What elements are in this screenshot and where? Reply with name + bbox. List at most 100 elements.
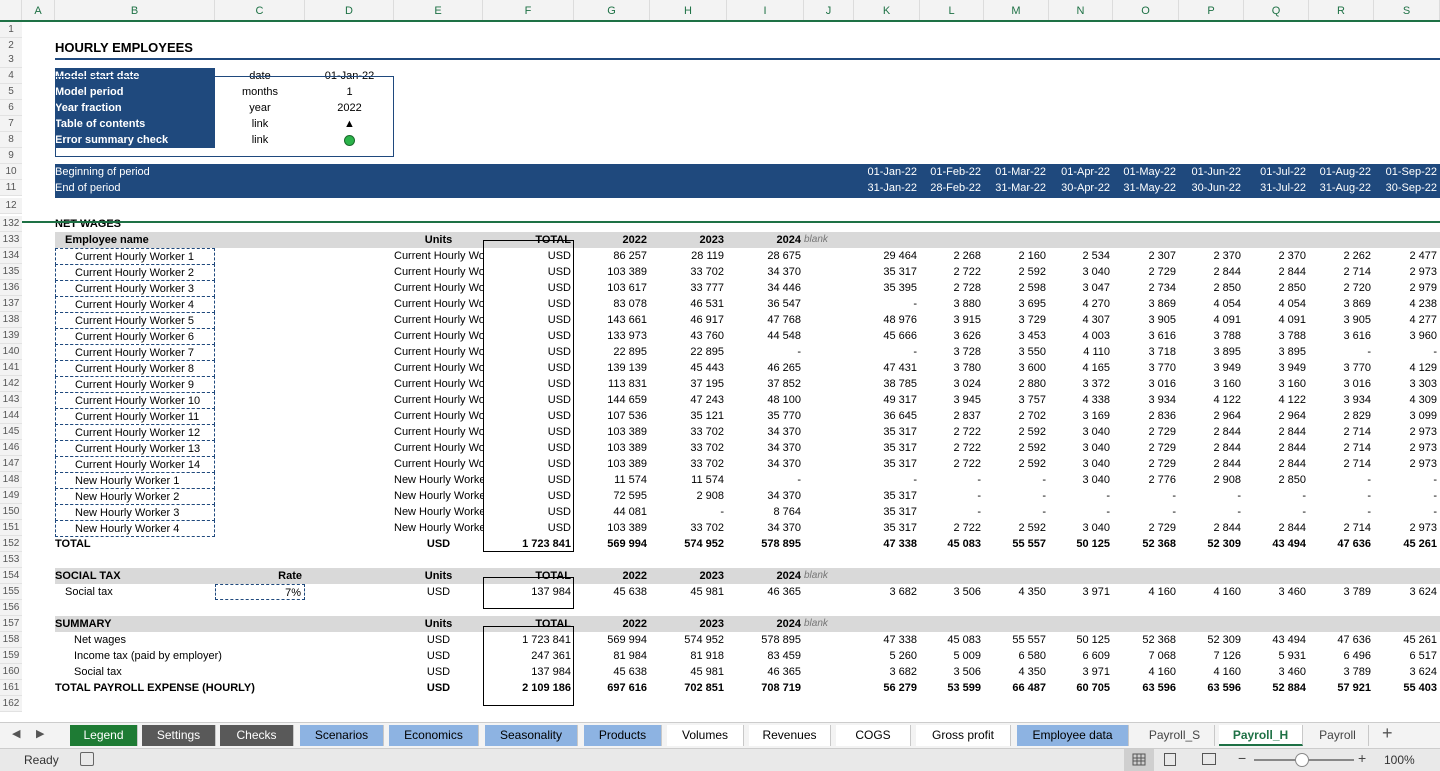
- value-cell[interactable]: 52 368: [1113, 536, 1179, 552]
- employee-name[interactable]: Current Hourly Worker 12: [55, 424, 215, 441]
- value-cell[interactable]: 2 370: [1244, 248, 1309, 264]
- column-header[interactable]: B: [55, 0, 215, 20]
- sheet-tab[interactable]: Scenarios: [300, 725, 384, 746]
- value-cell[interactable]: 3 024: [920, 376, 984, 392]
- value-cell[interactable]: 36 547: [727, 296, 804, 312]
- value-cell[interactable]: 3 960: [1374, 328, 1440, 344]
- value-cell[interactable]: -: [920, 504, 984, 520]
- value-cell[interactable]: -: [1309, 344, 1374, 360]
- employee-name[interactable]: New Hourly Worker 4: [55, 520, 215, 537]
- value-cell[interactable]: 2 714: [1309, 264, 1374, 280]
- value-cell[interactable]: 4 091: [1179, 312, 1244, 328]
- value-cell[interactable]: USD: [483, 360, 574, 376]
- value-cell[interactable]: 3 788: [1244, 328, 1309, 344]
- rate-input[interactable]: 7%: [215, 584, 305, 600]
- value-cell[interactable]: USD: [483, 456, 574, 472]
- value-cell[interactable]: 11 574: [650, 472, 727, 488]
- row-header[interactable]: 143: [0, 392, 22, 408]
- value-cell[interactable]: 4 160: [1179, 664, 1244, 680]
- row-header[interactable]: 142: [0, 376, 22, 392]
- value-cell[interactable]: 34 370: [727, 520, 804, 536]
- value-cell[interactable]: 52 884: [1244, 680, 1309, 696]
- value-cell[interactable]: USD: [483, 504, 574, 520]
- value-cell[interactable]: 3 616: [1113, 328, 1179, 344]
- value-cell[interactable]: 4 091: [1244, 312, 1309, 328]
- value-cell[interactable]: 43 760: [650, 328, 727, 344]
- value-cell[interactable]: 2 714: [1309, 424, 1374, 440]
- value-cell[interactable]: 4 160: [1179, 584, 1244, 600]
- row-header[interactable]: 147: [0, 456, 22, 472]
- value-cell[interactable]: -: [854, 472, 920, 488]
- column-header[interactable]: N: [1049, 0, 1113, 20]
- value-cell[interactable]: 34 446: [727, 280, 804, 296]
- value-cell[interactable]: 103 389: [574, 440, 650, 456]
- value-cell[interactable]: 2 979: [1374, 280, 1440, 296]
- value-cell[interactable]: 2 714: [1309, 520, 1374, 536]
- value-cell[interactable]: 133 973: [574, 328, 650, 344]
- value-cell[interactable]: 2 844: [1244, 440, 1309, 456]
- value-cell[interactable]: 28 119: [650, 248, 727, 264]
- value-cell[interactable]: 4 129: [1374, 360, 1440, 376]
- value-cell[interactable]: 702 851: [650, 680, 727, 696]
- value-cell[interactable]: 34 370: [727, 456, 804, 472]
- row-header[interactable]: 132: [0, 216, 22, 232]
- value-cell[interactable]: 4 160: [1113, 584, 1179, 600]
- value-cell[interactable]: 35 317: [854, 424, 920, 440]
- value-cell[interactable]: 3 460: [1244, 664, 1309, 680]
- column-header[interactable]: K: [854, 0, 920, 20]
- value-cell[interactable]: 53 599: [920, 680, 984, 696]
- value-cell[interactable]: -: [1113, 488, 1179, 504]
- value-cell[interactable]: 2 720: [1309, 280, 1374, 296]
- value-cell[interactable]: 2 598: [984, 280, 1049, 296]
- value-cell[interactable]: -: [1374, 504, 1440, 520]
- value-cell[interactable]: 4 350: [984, 664, 1049, 680]
- value-cell[interactable]: 3 789: [1309, 664, 1374, 680]
- value-cell[interactable]: 2 964: [1179, 408, 1244, 424]
- value-cell[interactable]: 86 257: [574, 248, 650, 264]
- value-cell[interactable]: 4 307: [1049, 312, 1113, 328]
- employee-name[interactable]: Current Hourly Worker 10: [55, 392, 215, 409]
- value-cell[interactable]: 45 443: [650, 360, 727, 376]
- value-cell[interactable]: 37 852: [727, 376, 804, 392]
- value-cell[interactable]: 81 984: [574, 648, 650, 664]
- value-cell[interactable]: 45 981: [650, 664, 727, 680]
- value-cell[interactable]: 103 617: [574, 280, 650, 296]
- row-header[interactable]: 157: [0, 616, 22, 632]
- column-header[interactable]: Q: [1244, 0, 1309, 20]
- value-cell[interactable]: 50 125: [1049, 632, 1113, 648]
- value-cell[interactable]: -: [920, 488, 984, 504]
- row-header[interactable]: 160: [0, 664, 22, 680]
- value-cell[interactable]: 3 869: [1113, 296, 1179, 312]
- value-cell[interactable]: 2 592: [984, 440, 1049, 456]
- value-cell[interactable]: 2 844: [1244, 424, 1309, 440]
- sheet-grid[interactable]: 1 2 HOURLY EMPLOYEES 3 4 Model start date date…: [0, 22, 1440, 722]
- value-cell[interactable]: 57 921: [1309, 680, 1374, 696]
- value-cell[interactable]: 2 729: [1113, 264, 1179, 280]
- employee-name[interactable]: Current Hourly Worker 13: [55, 440, 215, 457]
- value-cell[interactable]: 107 536: [574, 408, 650, 424]
- value-cell[interactable]: 3 460: [1244, 584, 1309, 600]
- value-cell[interactable]: -: [727, 472, 804, 488]
- value-cell[interactable]: 34 370: [727, 264, 804, 280]
- value-cell[interactable]: 2 729: [1113, 520, 1179, 536]
- sheet-tab[interactable]: Legend: [70, 725, 138, 746]
- value-cell[interactable]: 45 261: [1374, 632, 1440, 648]
- value-cell[interactable]: 47 338: [854, 536, 920, 552]
- column-header[interactable]: E: [394, 0, 483, 20]
- value-cell[interactable]: 143 661: [574, 312, 650, 328]
- value-cell[interactable]: 2 837: [920, 408, 984, 424]
- value-cell[interactable]: 29 464: [854, 248, 920, 264]
- value-cell[interactable]: 60 705: [1049, 680, 1113, 696]
- value-cell[interactable]: 52 368: [1113, 632, 1179, 648]
- value-cell[interactable]: 574 952: [650, 632, 727, 648]
- row-header[interactable]: 11: [0, 180, 22, 196]
- value-cell[interactable]: 3 626: [920, 328, 984, 344]
- value-cell[interactable]: 47 768: [727, 312, 804, 328]
- value-cell[interactable]: 2 592: [984, 424, 1049, 440]
- value-cell[interactable]: 2 836: [1113, 408, 1179, 424]
- value-cell[interactable]: 22 895: [574, 344, 650, 360]
- value-cell[interactable]: -: [984, 504, 1049, 520]
- value-cell[interactable]: 574 952: [650, 536, 727, 552]
- value-cell[interactable]: 3 682: [854, 664, 920, 680]
- value-cell[interactable]: -: [1244, 504, 1309, 520]
